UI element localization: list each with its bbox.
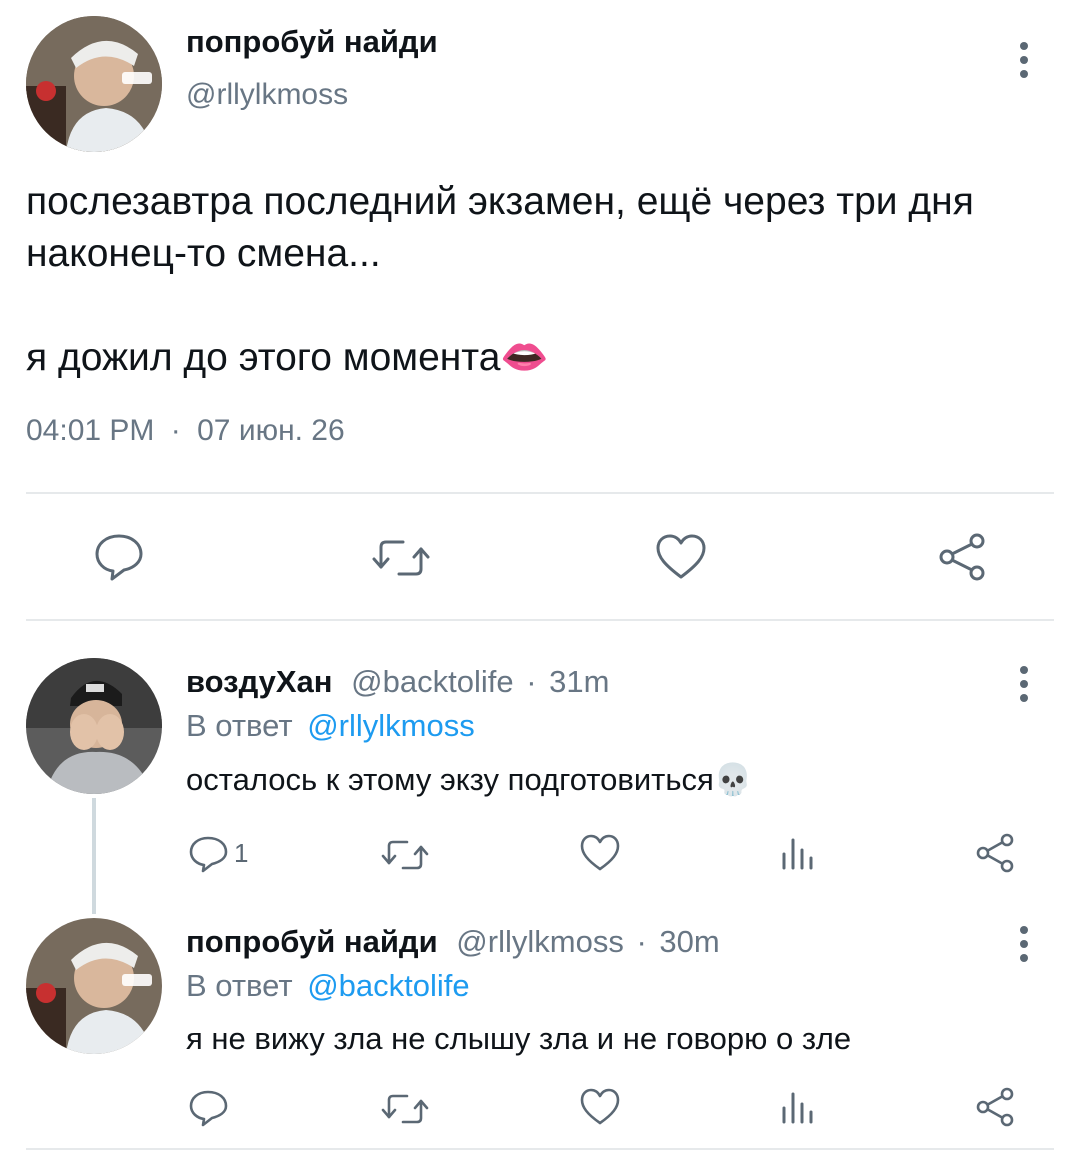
divider — [26, 619, 1054, 621]
more-options-button[interactable] — [1019, 42, 1029, 78]
retweet-button[interactable] — [381, 838, 429, 872]
handle[interactable]: @rllylkmoss — [456, 924, 624, 959]
share-icon — [976, 1087, 1014, 1127]
reply-prefix: В ответ — [186, 708, 293, 743]
reply-context: В ответ @rllylkmoss — [186, 708, 475, 744]
retweet-button[interactable] — [371, 537, 431, 579]
tweet-text-line: послезавтра последний экзамен, ещё через… — [26, 180, 974, 223]
share-icon — [939, 533, 985, 581]
tweet-text-line: я дожил до этого момента — [26, 336, 501, 379]
time: 04:01 PM — [26, 414, 155, 447]
retweet-icon — [381, 1094, 429, 1124]
tweet-text-line-with-emoji: я дожил до этого момента👄 — [26, 332, 974, 384]
retweet-icon — [372, 540, 430, 576]
post-age: 30m — [659, 924, 720, 959]
lips-emoji: 👄 — [500, 336, 549, 379]
more-icon-dot — [1020, 70, 1028, 78]
dot-separator: · — [636, 924, 647, 959]
reply-button[interactable] — [188, 1089, 230, 1127]
reply-context: В ответ @backtolife — [186, 968, 470, 1004]
display-name[interactable]: попробуй найди — [186, 924, 438, 959]
more-options-button[interactable] — [1019, 666, 1029, 702]
more-options-button[interactable] — [1019, 926, 1029, 962]
skull-emoji: 💀 — [713, 762, 753, 797]
views-icon — [782, 1092, 813, 1124]
more-icon-dot — [1020, 42, 1028, 50]
reply-icon — [95, 534, 143, 581]
like-icon — [580, 1088, 620, 1125]
mention-link[interactable]: @rllylkmoss — [307, 708, 475, 743]
share-icon — [976, 833, 1014, 873]
retweet-button[interactable] — [381, 1092, 429, 1126]
timestamp[interactable]: 04:01 PM · 07 июн. 26 — [26, 414, 345, 448]
avatar-image — [26, 918, 162, 1054]
avatar-image — [26, 16, 162, 152]
views-button[interactable] — [780, 836, 816, 870]
reply-icon — [189, 1090, 228, 1127]
more-icon-dot — [1020, 926, 1028, 934]
divider — [26, 492, 1054, 494]
mention-link[interactable]: @backtolife — [307, 968, 469, 1003]
like-button[interactable] — [579, 1088, 621, 1126]
reply-button[interactable] — [188, 835, 230, 873]
reply-header: попробуй найди @rllylkmoss · 30m — [186, 924, 720, 960]
handle[interactable]: @rllylkmoss — [186, 78, 348, 112]
avatar[interactable] — [26, 16, 162, 152]
like-icon — [580, 834, 620, 871]
more-icon-dot — [1020, 680, 1028, 688]
dot-separator: · — [526, 664, 537, 699]
reply-icon — [189, 836, 228, 873]
reply-count: 1 — [234, 838, 249, 868]
views-icon — [782, 838, 813, 870]
dot-separator: · — [170, 414, 181, 447]
more-icon-dot — [1020, 56, 1028, 64]
like-icon — [656, 534, 706, 579]
share-button[interactable] — [975, 833, 1015, 873]
reply-prefix: В ответ — [186, 968, 293, 1003]
divider — [26, 1148, 1054, 1150]
date: 07 июн. 26 — [197, 414, 345, 447]
like-button[interactable] — [655, 534, 707, 580]
handle[interactable]: @backtolife — [351, 664, 513, 699]
share-button[interactable] — [975, 1087, 1015, 1127]
views-button[interactable] — [780, 1090, 816, 1124]
like-button[interactable] — [579, 834, 621, 872]
display-name[interactable]: воздуХан — [186, 664, 333, 699]
more-icon-dot — [1020, 940, 1028, 948]
reply-text: осталось к этому экзу подготовиться💀 — [186, 761, 752, 798]
avatar-image — [26, 658, 162, 794]
reply-text-content: осталось к этому экзу подготовиться — [186, 762, 714, 797]
display-name[interactable]: попробуй найди — [186, 24, 438, 60]
more-icon-dot — [1020, 694, 1028, 702]
reply-header: воздуХан @backtolife · 31m — [186, 664, 609, 700]
retweet-icon — [381, 840, 429, 870]
share-button[interactable] — [937, 532, 987, 582]
reply-text: я не вижу зла не слышу зла и не говорю о… — [186, 1021, 852, 1056]
avatar[interactable] — [26, 918, 162, 1054]
thread-connector-line — [92, 798, 96, 914]
more-icon-dot — [1020, 954, 1028, 962]
post-age: 31m — [549, 664, 610, 699]
tweet-text: послезавтра последний экзамен, ещё через… — [26, 176, 974, 384]
tweet-text-line: наконец-то смена... — [26, 232, 381, 275]
avatar[interactable] — [26, 658, 162, 794]
reply-button[interactable] — [94, 533, 144, 581]
more-icon-dot — [1020, 666, 1028, 674]
